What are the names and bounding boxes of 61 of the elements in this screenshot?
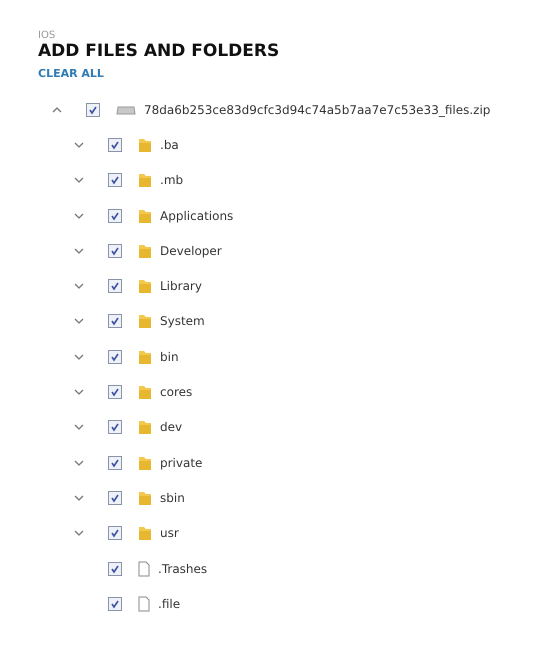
caret-icon[interactable] xyxy=(52,106,62,114)
item-name: usr xyxy=(160,526,179,540)
folder-icon xyxy=(138,384,152,400)
checkbox[interactable] xyxy=(108,208,122,223)
folder-icon xyxy=(138,172,152,188)
item-name: sbin xyxy=(160,490,185,505)
clear-all-link[interactable]: CLEAR ALL xyxy=(38,67,104,80)
item-name: private xyxy=(160,456,202,470)
item-name: Library xyxy=(160,279,202,294)
folder-icon xyxy=(138,419,152,436)
checkbox[interactable] xyxy=(108,350,122,364)
folder-icon xyxy=(138,136,152,153)
folder-icon xyxy=(138,313,152,330)
caret-icon[interactable] xyxy=(74,212,84,220)
caret-icon[interactable] xyxy=(74,246,84,255)
caret-icon[interactable] xyxy=(74,458,84,467)
checkbox[interactable] xyxy=(108,420,122,434)
caret-icon[interactable] xyxy=(74,176,84,184)
checkbox[interactable] xyxy=(86,102,100,117)
checkbox[interactable] xyxy=(108,279,122,294)
checkbox[interactable] xyxy=(108,490,122,505)
checkbox[interactable] xyxy=(108,138,122,152)
caret-icon[interactable] xyxy=(74,352,84,361)
checkbox[interactable] xyxy=(108,244,122,258)
item-name: System xyxy=(160,314,205,328)
caret-icon[interactable] xyxy=(74,282,84,290)
item-name: Applications xyxy=(160,208,234,223)
folder-icon xyxy=(138,490,152,506)
section-label: IOS xyxy=(38,30,56,41)
folder-icon xyxy=(138,348,152,365)
folder-icon xyxy=(138,278,152,294)
folder-icon xyxy=(138,525,152,542)
caret-icon[interactable] xyxy=(74,423,84,432)
drive-icon xyxy=(116,104,136,116)
checkbox[interactable] xyxy=(108,314,122,328)
checkbox[interactable] xyxy=(108,385,122,400)
item-name: .mb xyxy=(160,173,184,188)
caret-icon[interactable] xyxy=(74,140,84,149)
checkbox[interactable] xyxy=(108,562,122,576)
caret-icon[interactable] xyxy=(74,317,84,326)
item-name: .Trashes xyxy=(158,562,208,576)
file-icon xyxy=(138,596,150,612)
checkbox[interactable] xyxy=(108,596,122,611)
item-name: bin xyxy=(160,350,179,364)
caret-icon[interactable] xyxy=(74,529,84,538)
checkbox[interactable] xyxy=(108,456,122,470)
folder-icon xyxy=(138,454,152,471)
item-name: cores xyxy=(160,385,192,400)
file-icon xyxy=(138,560,150,576)
item-name: .file xyxy=(158,596,180,611)
item-name: .ba xyxy=(160,138,179,152)
item-name: dev xyxy=(160,420,182,434)
checkbox[interactable] xyxy=(108,526,122,540)
item-name: Developer xyxy=(160,244,222,258)
folder-icon xyxy=(138,242,152,259)
folder-icon xyxy=(138,208,152,224)
item-name: 78da6b253ce83d9cfc3d94c74a5b7aa7e7c53e33_files.zip xyxy=(144,102,490,117)
caret-icon[interactable] xyxy=(74,494,84,502)
caret-icon[interactable] xyxy=(74,388,84,396)
page-title: ADD FILES AND FOLDERS xyxy=(38,41,280,61)
checkbox[interactable] xyxy=(108,173,122,188)
